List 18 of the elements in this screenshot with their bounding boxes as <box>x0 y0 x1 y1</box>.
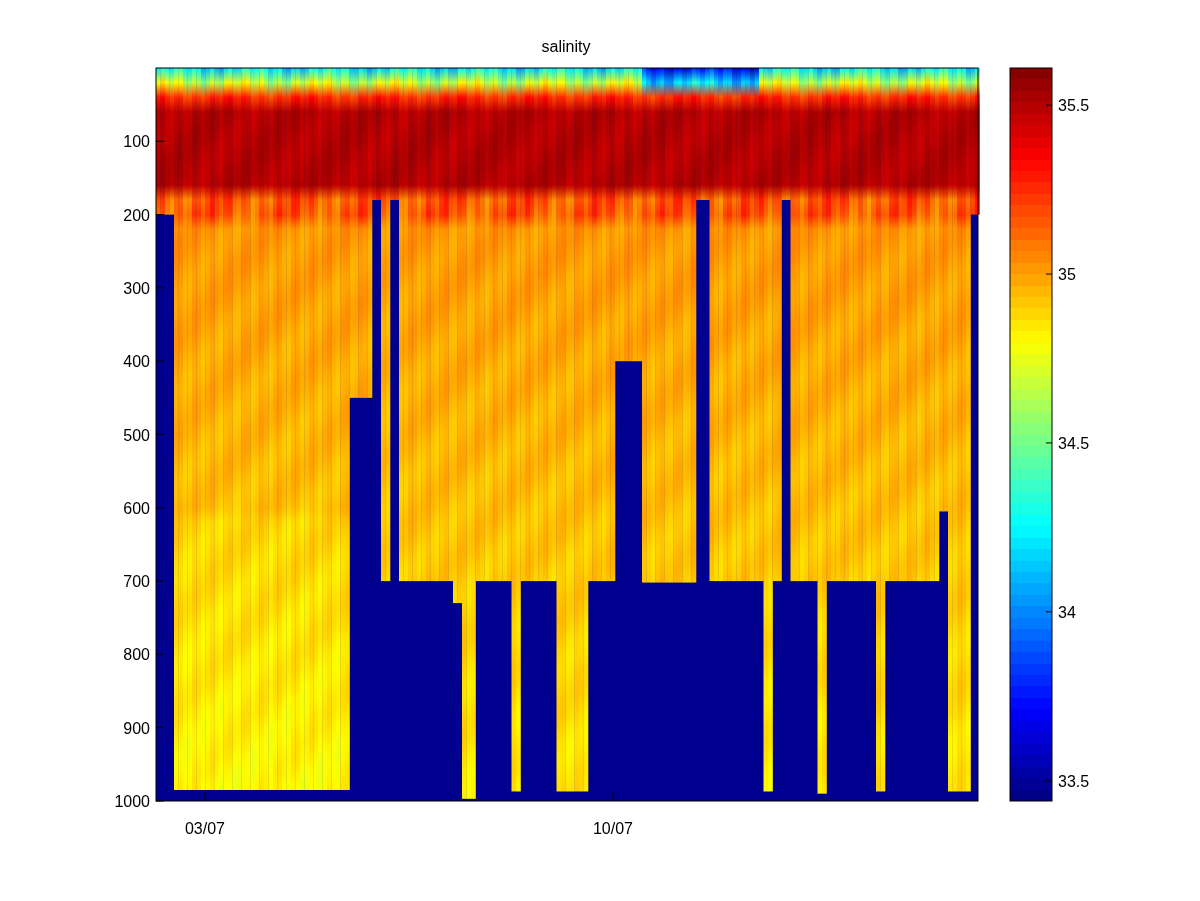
chart-title: salinity <box>541 38 591 55</box>
x-axis-tick-label: 10/07 <box>593 820 633 837</box>
y-axis-tick-label: 100 <box>123 133 150 151</box>
y-axis-tick-label: 600 <box>123 499 150 517</box>
y-axis-tick-label: 400 <box>123 353 150 371</box>
colorbar-tick-label: 35 <box>1058 266 1076 284</box>
colorbar-tick-label: 33.5 <box>1058 772 1090 790</box>
colorbar-tick-label: 35.5 <box>1058 97 1090 115</box>
colorbar-tick-label: 34.5 <box>1058 434 1090 452</box>
y-axis-tick-label: 200 <box>123 206 150 224</box>
colorbar-tick-label: 34 <box>1058 603 1076 621</box>
y-axis-tick-label: 700 <box>123 573 150 591</box>
y-axis-tick-label: 1000 <box>114 793 150 810</box>
y-axis-tick-label: 800 <box>123 646 150 664</box>
y-axis-tick-label: 500 <box>123 426 150 444</box>
x-axis-tick-label: 03/07 <box>185 820 225 837</box>
y-axis-tick-label: 300 <box>123 279 150 297</box>
y-axis-tick-label: 900 <box>123 719 150 737</box>
